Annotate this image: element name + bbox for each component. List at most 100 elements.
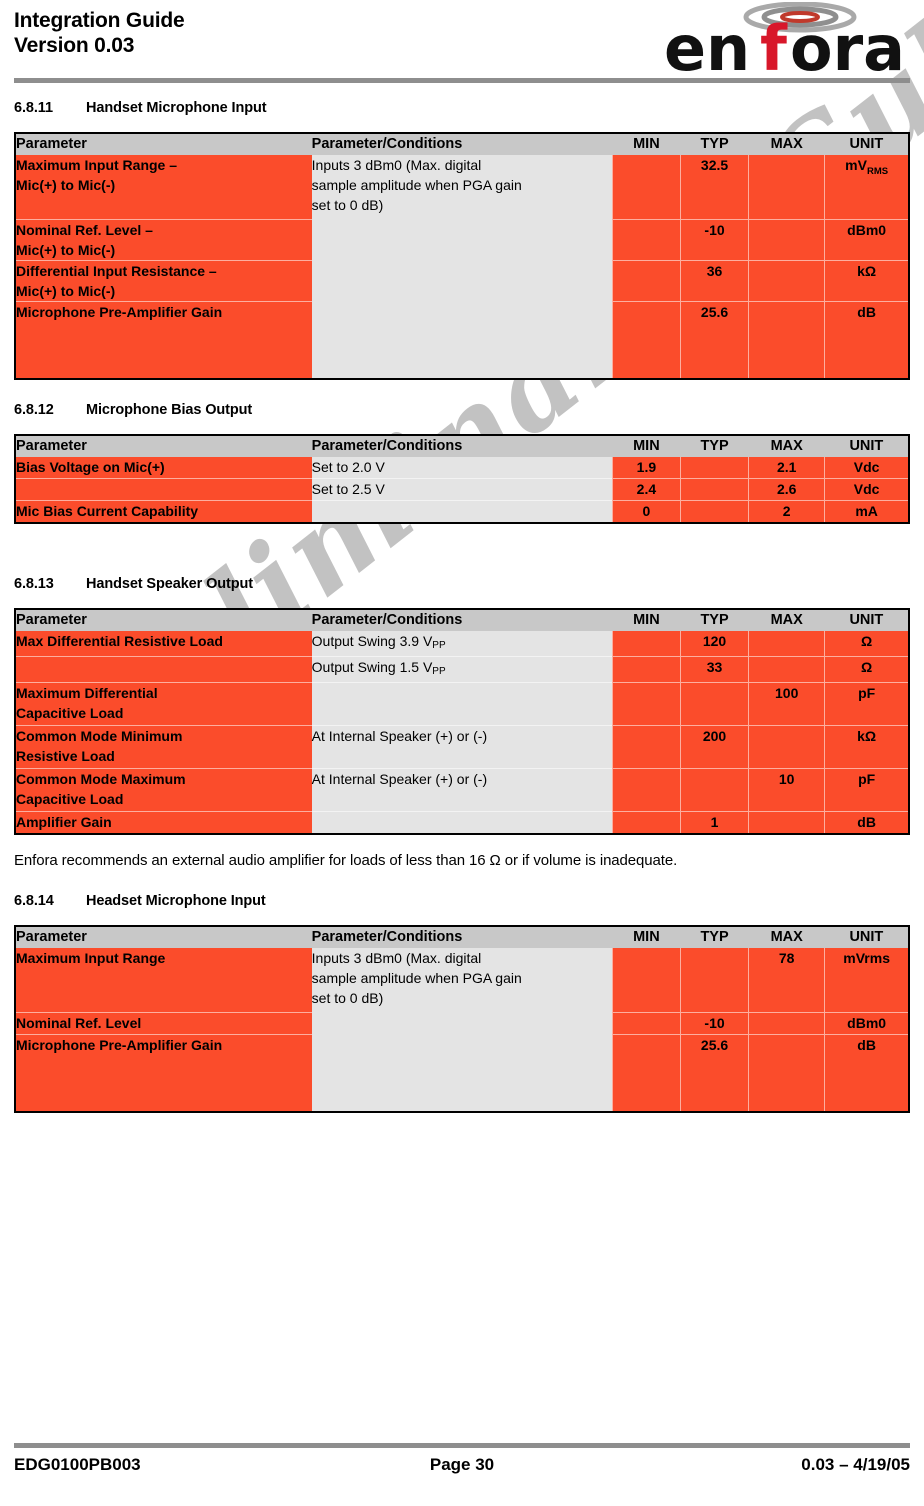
cell-parameter: Amplifier Gain (15, 811, 312, 834)
cell-max: 10 (748, 768, 825, 812)
cell-typ: 120 (679, 631, 749, 657)
cell-parameter: Common Mode Maximum Capacitive Load (15, 768, 312, 812)
svg-text:f: f (760, 12, 788, 76)
cell-max (748, 155, 825, 220)
logo-wordmark: en f ora (664, 12, 905, 85)
col-header-parameter: Parameter (15, 435, 312, 457)
document-page: Preliminary – Subject to Change Integrat… (0, 0, 924, 1506)
cell-max (748, 725, 825, 769)
spec-table-headset-microphone-input: Parameter Parameter/Conditions MIN TYP M… (14, 925, 910, 1113)
cell-max (748, 1012, 825, 1035)
cell-conditions: Output Swing 1.5 VPP (311, 656, 613, 683)
cell-typ (679, 500, 749, 523)
page-footer: EDG0100PB003 Page 30 0.03 – 4/19/05 (14, 1455, 910, 1475)
section-heading-6-8-13: 6.8.13 Handset Speaker Output (14, 576, 910, 592)
cell-max (748, 631, 825, 657)
cell-unit: dB (824, 1034, 909, 1112)
cell-unit: kΩ (824, 260, 909, 302)
cell-unit: dBm0 (824, 219, 909, 261)
cell-min (611, 656, 681, 683)
table-header-row: Parameter Parameter/Conditions MIN TYP M… (15, 609, 909, 631)
cell-typ: 25.6 (679, 301, 749, 379)
cell-max (748, 656, 825, 683)
cell-parameter: Nominal Ref. Level – Mic(+) to Mic(-) (15, 219, 312, 261)
cell-conditions: At Internal Speaker (+) or (-) (311, 768, 613, 812)
spec-table-handset-microphone-input: Parameter Parameter/Conditions MIN TYP M… (14, 132, 910, 380)
cell-min: 2.4 (611, 478, 681, 501)
cell-parameter: Differential Input Resistance – Mic(+) to… (15, 260, 312, 302)
cell-min (611, 155, 681, 220)
section-heading-6-8-14: 6.8.14 Headset Microphone Input (14, 893, 910, 909)
cell-min (611, 811, 681, 834)
col-header-max: MAX (748, 435, 825, 457)
cell-parameter: Maximum Input Range (15, 948, 312, 1013)
cell-parameter (15, 478, 312, 501)
cell-conditions: At Internal Speaker (+) or (-) (311, 725, 613, 769)
table-row: Output Swing 1.5 VPP 33 Ω (15, 656, 909, 683)
cell-min (611, 260, 681, 302)
table-row: Mic Bias Current Capability 0 2 mA (15, 500, 909, 523)
col-header-unit: UNIT (824, 435, 909, 457)
recommendation-note: Enfora recommends an external audio ampl… (14, 852, 678, 869)
cell-typ: 32.5 (679, 155, 749, 220)
cell-parameter: Maximum Differential Capacitive Load (15, 682, 312, 726)
spec-table-handset-speaker-output: Parameter Parameter/Conditions MIN TYP M… (14, 608, 910, 835)
cell-unit: dBm0 (824, 1012, 909, 1035)
col-header-min: MIN (612, 435, 681, 457)
col-header-typ: TYP (680, 133, 749, 155)
cell-typ: -10 (679, 1012, 749, 1035)
cell-unit: kΩ (824, 725, 909, 769)
section-number: 6.8.11 (14, 100, 53, 116)
cell-conditions: Inputs 3 dBm0 (Max. digital sample amplit… (311, 155, 613, 379)
cell-typ (679, 768, 749, 812)
cell-typ (679, 948, 749, 1013)
col-header-max: MAX (748, 926, 825, 948)
cell-parameter: Bias Voltage on Mic(+) (15, 457, 312, 479)
col-header-unit: UNIT (824, 609, 909, 631)
cell-min (611, 219, 681, 261)
footer-revision: 0.03 – 4/19/05 (801, 1455, 910, 1474)
cell-conditions: Set to 2.0 V (311, 457, 613, 479)
section-heading-6-8-12: 6.8.12 Microphone Bias Output (14, 402, 910, 418)
cell-min (611, 1012, 681, 1035)
cell-max: 2.1 (748, 457, 825, 479)
header-divider (14, 78, 910, 83)
col-header-parameter: Parameter (15, 926, 312, 948)
cell-typ: 36 (679, 260, 749, 302)
table-row: Bias Voltage on Mic(+) Set to 2.0 V 1.9 … (15, 457, 909, 479)
cell-min (611, 725, 681, 769)
enfora-logo: en f ora (656, 1, 918, 85)
cell-min (611, 768, 681, 812)
section-title: Handset Speaker Output (86, 576, 253, 592)
table-row: Maximum Differential Capacitive Load 100 … (15, 682, 909, 726)
cell-parameter: Max Differential Resistive Load (15, 631, 312, 657)
footer-doc-id: EDG0100PB003 (14, 1455, 141, 1474)
cell-conditions (311, 500, 613, 523)
table-header-row: Parameter Parameter/Conditions MIN TYP M… (15, 133, 909, 155)
col-header-typ: TYP (680, 435, 749, 457)
cell-min (611, 948, 681, 1013)
col-header-unit: UNIT (824, 133, 909, 155)
cell-typ: 33 (679, 656, 749, 683)
svg-text:ora: ora (790, 12, 905, 76)
section-number: 6.8.14 (14, 893, 54, 909)
cell-conditions: Inputs 3 dBm0 (Max. digital sample amplit… (311, 948, 613, 1112)
cell-typ (679, 682, 749, 726)
col-header-max: MAX (748, 609, 825, 631)
footer-page-number: Page 30 (429, 1455, 495, 1474)
spec-table-microphone-bias-output: Parameter Parameter/Conditions MIN TYP M… (14, 434, 910, 524)
cell-min (611, 301, 681, 379)
col-header-unit: UNIT (824, 926, 909, 948)
table-header-row: Parameter Parameter/Conditions MIN TYP M… (15, 435, 909, 457)
section-number: 6.8.12 (14, 402, 54, 418)
cell-min (611, 682, 681, 726)
cell-unit: mA (824, 500, 909, 523)
cell-unit: mVrms (824, 948, 909, 1013)
cell-max (748, 260, 825, 302)
cell-unit: Ω (824, 656, 909, 683)
page-content: 6.8.11 Handset Microphone Input Parameter… (0, 100, 924, 1113)
cell-max (748, 219, 825, 261)
cell-max (748, 811, 825, 834)
cell-parameter (15, 656, 312, 683)
cell-parameter: Microphone Pre-Amplifier Gain (15, 1034, 312, 1112)
